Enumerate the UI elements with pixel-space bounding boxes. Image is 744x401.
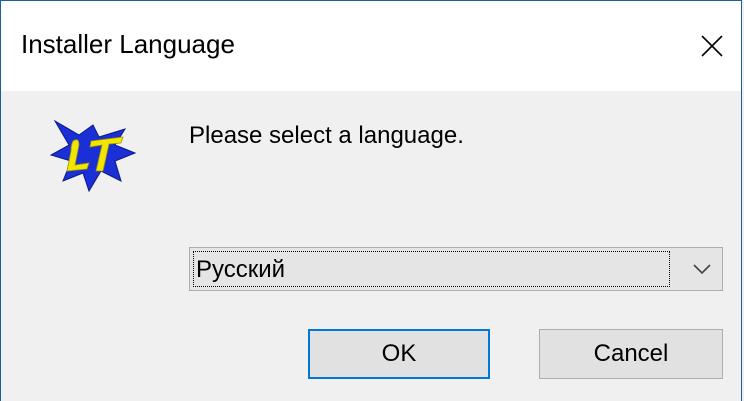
cancel-button[interactable]: Cancel — [539, 329, 723, 379]
ok-button[interactable]: OK — [308, 329, 490, 379]
close-button[interactable] — [681, 1, 741, 91]
window-title: Installer Language — [21, 29, 235, 59]
title-bar: Installer Language — [1, 1, 741, 91]
lt-logo-icon — [49, 111, 141, 199]
language-select-value: Русский — [193, 251, 670, 287]
prompt-text: Please select a language. — [189, 122, 464, 149]
chevron-down-icon — [693, 264, 711, 275]
close-icon — [701, 35, 723, 57]
installer-language-dialog: Installer Language Please select a langu… — [0, 0, 742, 401]
language-select[interactable]: Русский — [189, 247, 723, 291]
